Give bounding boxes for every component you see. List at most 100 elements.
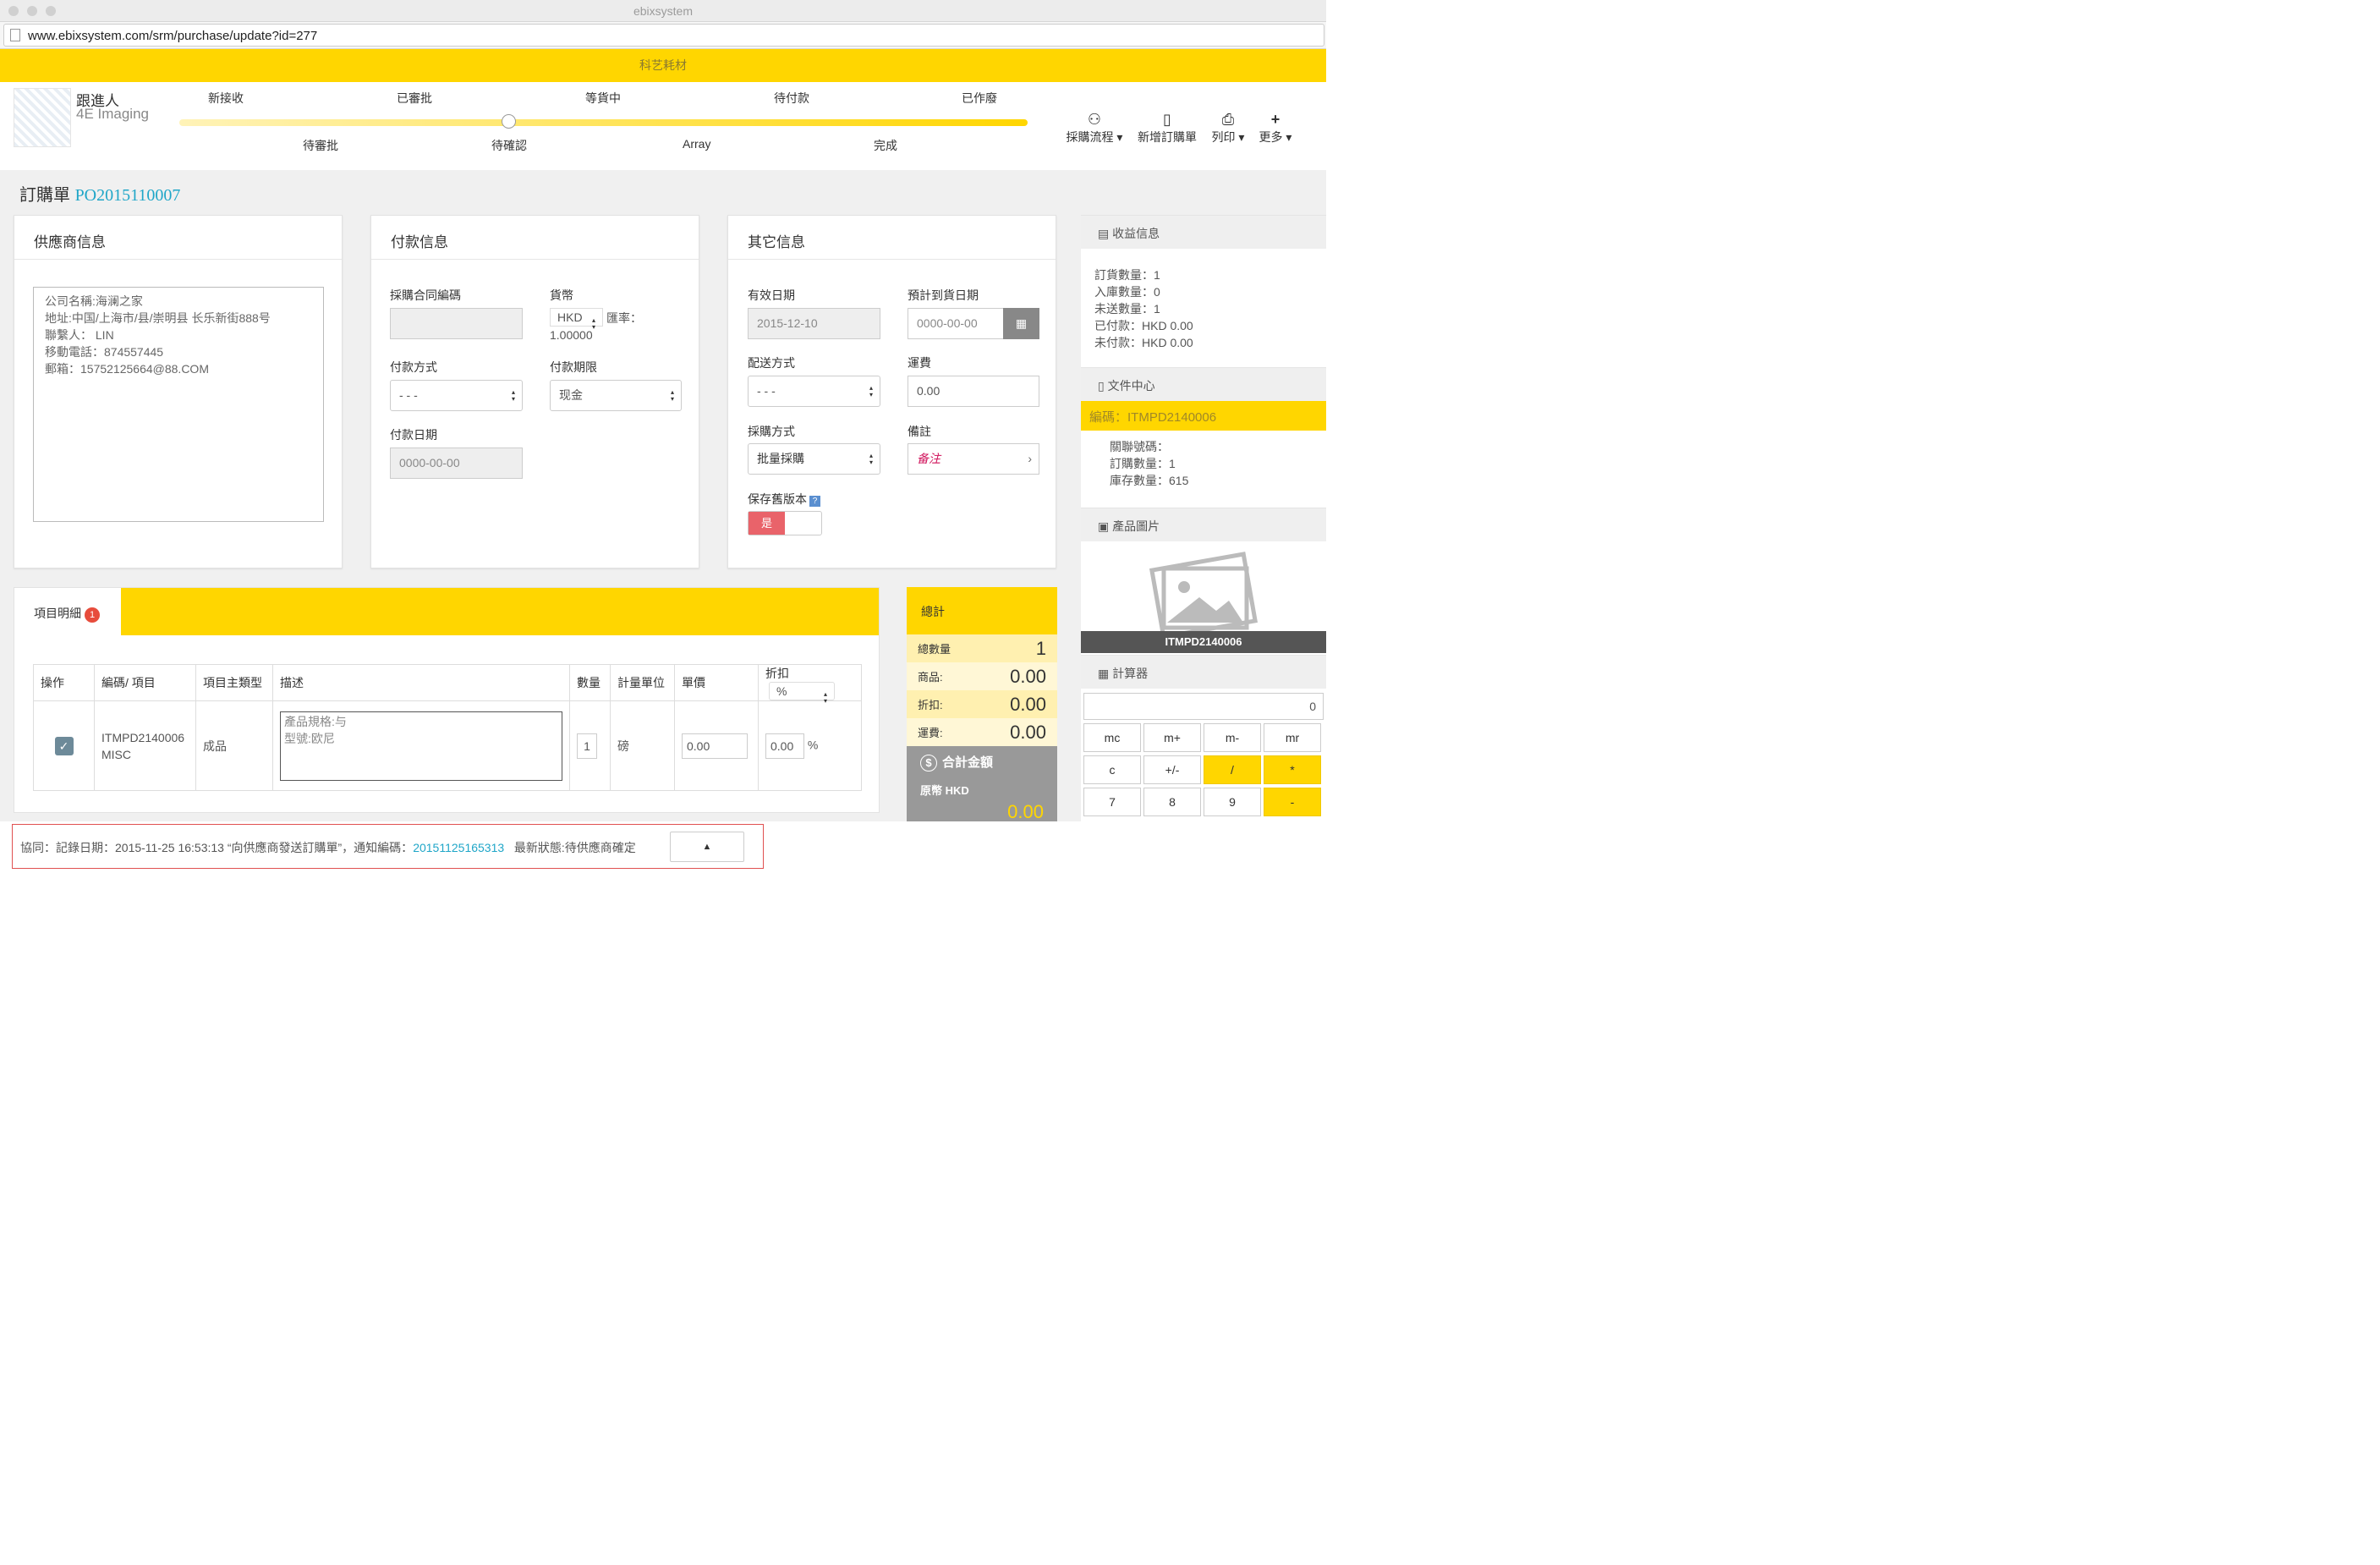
contract-input[interactable] xyxy=(390,308,523,339)
calc-divide-button[interactable]: / xyxy=(1204,755,1261,784)
contract-label: 採購合同編碼 xyxy=(390,288,461,302)
right-sidebar: ▤ 收益信息 訂貨數量：1 入庫數量：0 未送數量：1 已付款：HKD 0.00… xyxy=(1081,215,1326,821)
calc-mc-button[interactable]: mc xyxy=(1083,723,1141,752)
row-desc-textarea[interactable]: 產品規格:与 型號:欧尼 xyxy=(280,711,562,781)
status-step[interactable]: 完成 xyxy=(874,137,897,154)
row-code-cell: ITMPD2140006 MISC xyxy=(94,700,196,791)
row-discount-unit: % xyxy=(807,738,819,752)
calendar-icon: ▦ xyxy=(1015,316,1028,330)
file-icon: ▯ xyxy=(1163,111,1171,128)
url-field[interactable]: www.ebixsystem.com/srm/purchase/update?i… xyxy=(3,24,1324,47)
status-step[interactable]: 已作廢 xyxy=(962,90,997,107)
row-price-input[interactable]: 0.00 xyxy=(682,733,748,759)
rate-value: 1.00000 xyxy=(550,328,593,342)
calc-clear-button[interactable]: c xyxy=(1083,755,1141,784)
discount-type-select[interactable]: % xyxy=(769,682,835,705)
delivery-label: 配送方式 xyxy=(748,356,795,370)
doc-code[interactable]: 編碼：ITMPD2140006 xyxy=(1081,401,1326,431)
payment-date-input[interactable]: 0000-00-00 xyxy=(390,448,523,479)
status-step[interactable]: 已審批 xyxy=(397,90,432,107)
product-image-caption: ITMPD2140006 xyxy=(1081,631,1326,653)
sitemap-icon: ⚇ xyxy=(1087,111,1102,128)
calc-minus-button[interactable]: - xyxy=(1264,788,1321,816)
calculator-header[interactable]: ▦ 計算器 xyxy=(1081,655,1326,689)
calc-9-button[interactable]: 9 xyxy=(1204,788,1261,816)
calculator-display: 0 xyxy=(1083,693,1324,720)
status-step-current[interactable]: 待確認 xyxy=(491,137,527,154)
calc-multiply-button[interactable]: * xyxy=(1264,755,1321,784)
currency-select[interactable]: HKD xyxy=(550,308,603,331)
totals-panel: 總計 總數量 1 商品: 0.00 折扣: 0.00 運費: 0.00 $ 合計金額 原幣… xyxy=(907,587,1057,821)
status-step[interactable]: 等貨中 xyxy=(585,90,621,107)
items-tab-label: 項目明細 xyxy=(34,607,81,620)
product-image-header[interactable]: ▣ 產品圖片 xyxy=(1081,508,1326,541)
status-step[interactable]: 待審批 xyxy=(303,137,338,154)
other-panel-title: 其它信息 xyxy=(728,216,1056,260)
payment-method-select[interactable]: - - - xyxy=(390,380,523,411)
row-subcode: MISC xyxy=(101,747,131,761)
row-discount-cell: 0.00 % xyxy=(758,700,862,791)
status-step[interactable]: Array xyxy=(683,137,710,151)
expand-history-button[interactable]: ▲ xyxy=(670,832,744,862)
purchase-flow-button[interactable]: ⚇ 採購流程 ▾ xyxy=(1064,110,1125,146)
calc-7-button[interactable]: 7 xyxy=(1083,788,1141,816)
purchase-method-select[interactable]: 批量採購 xyxy=(748,443,880,475)
freight-input[interactable]: 0.00 xyxy=(908,376,1039,407)
print-button[interactable]: ⎙ 列印 ▾ xyxy=(1209,110,1247,146)
total-discount-row: 折扣: 0.00 xyxy=(907,690,1057,718)
total-goods-row: 商品: 0.00 xyxy=(907,662,1057,690)
notification-code-link[interactable]: 20151125165313 xyxy=(413,841,504,854)
valid-date-label: 有效日期 xyxy=(748,288,795,302)
income-header[interactable]: ▤ 收益信息 xyxy=(1081,215,1326,249)
col-action: 操作 xyxy=(33,664,95,701)
company-banner: 科艺耗材 xyxy=(0,49,1326,82)
toggle-on-label: 是 xyxy=(749,512,785,535)
more-button[interactable]: + 更多 ▾ xyxy=(1257,110,1294,146)
row-discount-input[interactable]: 0.00 xyxy=(765,733,804,759)
collaboration-bar: 協同：記錄日期：2015-11-25 16:53:13 “向供應商發送訂購單”，… xyxy=(12,824,764,869)
freight-label: 運費 xyxy=(908,356,931,370)
remark-input[interactable]: 备注 › xyxy=(908,443,1039,475)
total-discount-value: 0.00 xyxy=(1010,693,1046,715)
payment-term-label: 付款期限 xyxy=(550,360,597,374)
col-price: 單價 xyxy=(674,664,759,701)
row-action-cell: ✓ xyxy=(33,700,95,791)
items-tabbar xyxy=(14,588,879,635)
row-code: ITMPD2140006 xyxy=(101,730,185,744)
income-line: 入庫數量：0 xyxy=(1094,285,1160,299)
docs-header[interactable]: ▯ 文件中心 xyxy=(1081,367,1326,401)
doc-line: 關聯號碼： xyxy=(1110,440,1169,453)
product-image: ITMPD2140006 xyxy=(1081,541,1326,655)
printer-icon: ⎙ xyxy=(1221,111,1235,128)
row-qty-input[interactable]: 1 xyxy=(577,733,597,759)
supplier-panel: 供應商信息 公司名稱:海澜之家 地址:中国/上海市/县/崇明县 长乐新街888号… xyxy=(14,215,343,568)
supplier-info-textarea[interactable]: 公司名稱:海澜之家 地址:中国/上海市/县/崇明县 长乐新街888号 聯繫人： … xyxy=(33,287,324,522)
calendar-button[interactable]: ▦ xyxy=(1003,308,1039,339)
help-icon[interactable]: ? xyxy=(809,496,820,507)
company-logo xyxy=(14,88,71,147)
tab-items[interactable]: 項目明細 1 xyxy=(14,588,121,635)
currency-label: 貨幣 xyxy=(550,288,573,302)
new-order-button[interactable]: ▯ 新增訂購單 xyxy=(1135,110,1199,146)
total-sum-box: $ 合計金額 原幣 HKD 0.00 xyxy=(907,746,1057,821)
row-checkbox[interactable]: ✓ xyxy=(54,736,74,755)
col-qty: 數量 xyxy=(569,664,611,701)
status-progress-track xyxy=(179,119,1028,126)
payment-term-select[interactable]: 现金 xyxy=(550,380,682,411)
calc-sign-button[interactable]: +/- xyxy=(1143,755,1201,784)
calc-8-button[interactable]: 8 xyxy=(1143,788,1201,816)
payment-panel: 付款信息 採購合同編碼 貨幣 HKD 匯率： 1.00000 付款方式 - - … xyxy=(370,215,699,568)
status-progress-knob[interactable] xyxy=(502,114,516,129)
calc-m-minus-button[interactable]: m- xyxy=(1204,723,1261,752)
status-step[interactable]: 待付款 xyxy=(774,90,809,107)
chevron-right-icon: › xyxy=(1028,452,1032,465)
keep-version-toggle[interactable]: 是 xyxy=(748,511,822,535)
calc-m-plus-button[interactable]: m+ xyxy=(1143,723,1201,752)
eta-input[interactable]: 0000-00-00 xyxy=(908,308,1004,339)
income-icon: ▤ xyxy=(1098,227,1113,240)
delivery-select[interactable]: - - - xyxy=(748,376,880,407)
valid-date-input[interactable]: 2015-12-10 xyxy=(748,308,880,339)
collaboration-text: 協同：記錄日期：2015-11-25 16:53:13 “向供應商發送訂購單”，… xyxy=(20,841,636,854)
status-step[interactable]: 新接收 xyxy=(208,90,244,107)
calc-mr-button[interactable]: mr xyxy=(1264,723,1321,752)
